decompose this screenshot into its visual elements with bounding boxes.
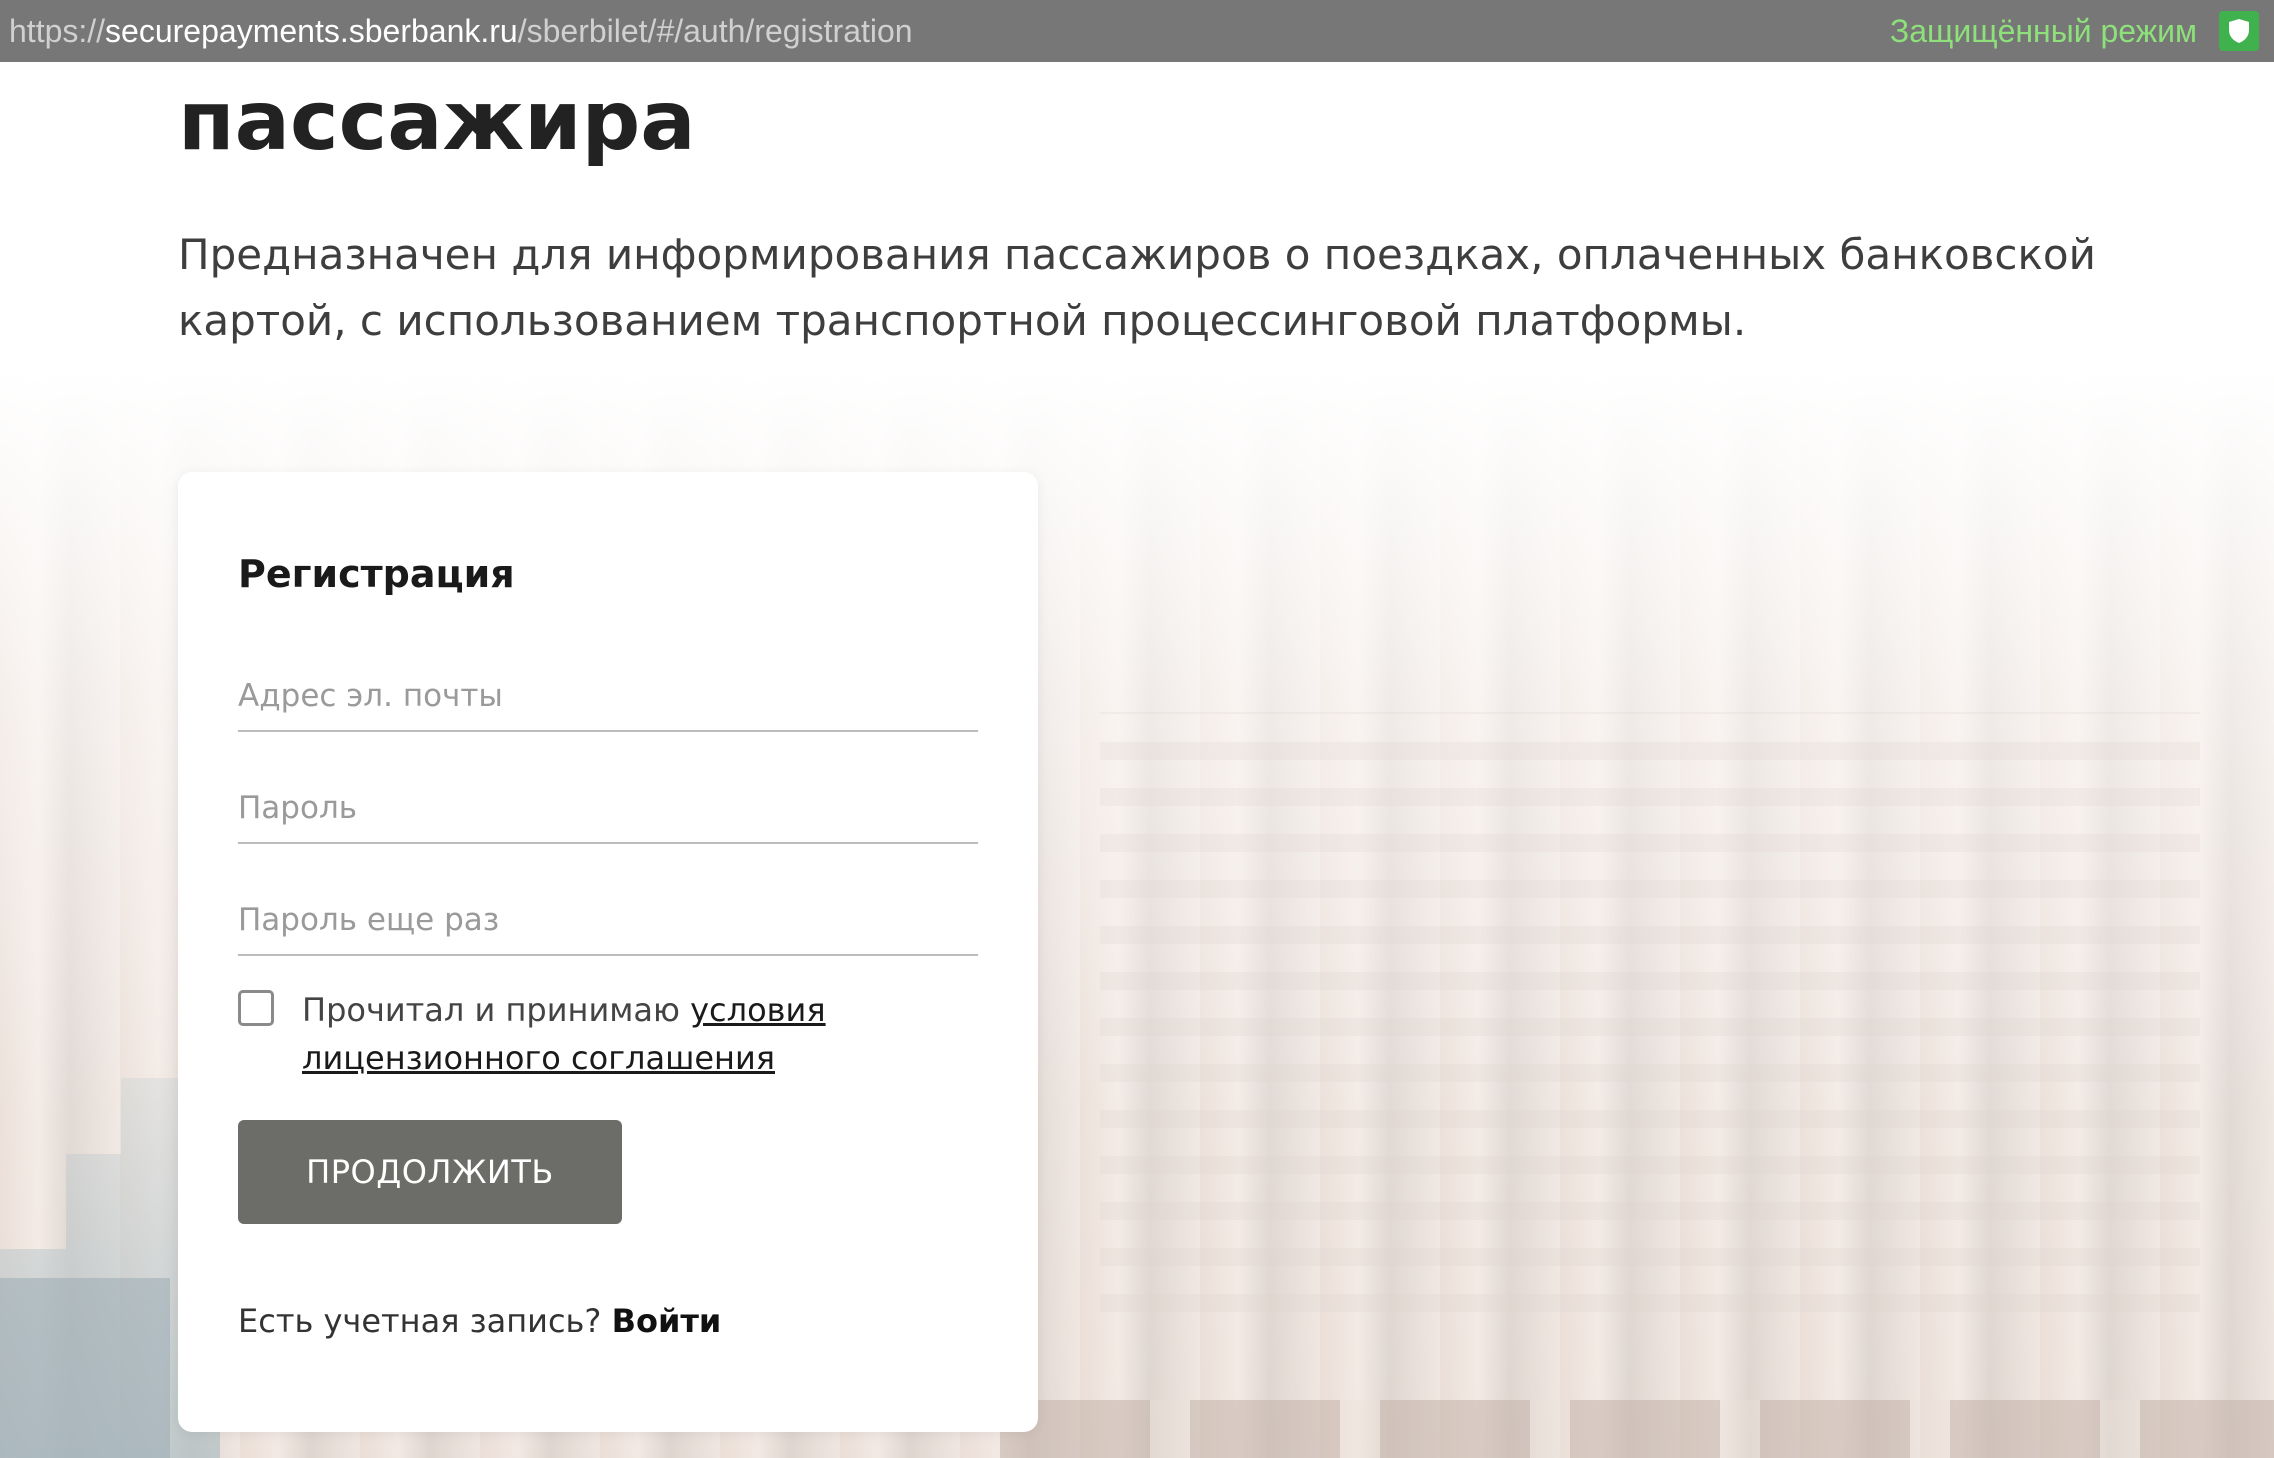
url-text[interactable]: https://securepayments.sberbank.ru/sberb… [9, 13, 913, 50]
background-building-base [0, 1278, 170, 1458]
url-path: /sberbilet/#/auth/registration [517, 12, 913, 49]
login-prompt: Есть учетная запись? [238, 1302, 612, 1340]
password-field [238, 774, 978, 844]
password-repeat-field [238, 886, 978, 956]
shield-icon [2219, 11, 2259, 51]
email-field [238, 662, 978, 732]
background-train [1000, 1400, 2274, 1458]
email-input[interactable] [238, 662, 978, 730]
license-agreement-row: Прочитал и принимаю условия лицензионног… [238, 986, 978, 1082]
secure-mode-indicator: Защищённый режим [1890, 11, 2265, 51]
url-host: securepayments.sberbank.ru [105, 12, 518, 49]
license-agreement-checkbox[interactable] [238, 990, 274, 1026]
background-building-windows [1100, 712, 2200, 1312]
secure-mode-label: Защищённый режим [1889, 12, 2197, 49]
page-description: Предназначен для информирования пассажир… [178, 230, 2096, 345]
license-agreement-text: Прочитал и принимаю условия лицензионног… [302, 986, 862, 1082]
page-heading: пассажира [178, 74, 696, 169]
registration-title: Регистрация [238, 552, 515, 596]
url-scheme: https:// [9, 12, 106, 49]
address-bar[interactable]: https://securepayments.sberbank.ru/sberb… [0, 0, 2274, 62]
password-input[interactable] [238, 774, 978, 842]
license-agreement-prefix: Прочитал и принимаю [302, 991, 691, 1029]
continue-button[interactable]: ПРОДОЛЖИТЬ [238, 1120, 622, 1224]
registration-card: Регистрация Прочитал и принимаю условия … [178, 472, 1038, 1432]
password-repeat-input[interactable] [238, 886, 978, 954]
login-row: Есть учетная запись? Войти [238, 1302, 721, 1340]
login-link[interactable]: Войти [612, 1302, 722, 1340]
